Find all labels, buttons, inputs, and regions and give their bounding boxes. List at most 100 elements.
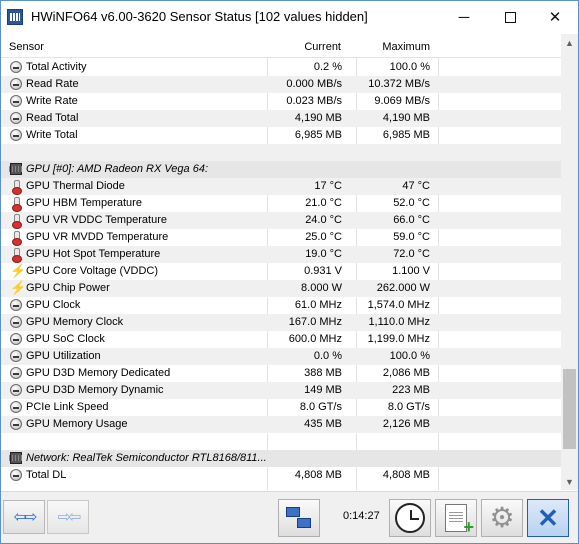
current-value: 24.0 °C xyxy=(305,214,342,226)
sensor-reading-icon xyxy=(10,129,22,141)
sensor-reading-icon xyxy=(10,316,22,328)
close-window-button[interactable]: ✕ xyxy=(532,1,578,33)
thermometer-icon xyxy=(10,197,22,212)
sensor-label: GPU Memory Usage xyxy=(26,418,128,430)
current-value: 0.023 MB/s xyxy=(286,95,342,107)
sensor-label: Total Activity xyxy=(26,61,87,73)
lightning-bolt-icon: ⚡ xyxy=(10,280,27,295)
vertical-scrollbar[interactable]: ▲ ▼ xyxy=(561,34,578,490)
sensor-row[interactable] xyxy=(1,144,561,161)
logging-start-button[interactable]: + xyxy=(435,499,477,537)
maximum-value: 10.372 MB/s xyxy=(368,78,430,90)
maximum-value: 100.0 % xyxy=(389,350,430,362)
sensor-reading-icon xyxy=(10,333,22,345)
sensor-row[interactable]: GPU Memory Usage 435 MB 2,126 MB xyxy=(1,416,561,433)
maximum-value: 262.000 W xyxy=(376,282,430,294)
close-icon: ✕ xyxy=(548,9,562,26)
sensor-reading-icon xyxy=(10,299,22,311)
chip-icon xyxy=(9,163,23,175)
navigate-columns-button[interactable]: ⇦⇨ xyxy=(3,500,45,534)
network-monitor-button[interactable] xyxy=(278,499,320,537)
sensor-row[interactable]: Write Rate 0.023 MB/s 9.069 MB/s xyxy=(1,93,561,110)
scrollbar-thumb[interactable] xyxy=(563,369,576,449)
close-sensors-button[interactable]: ✕ xyxy=(527,499,569,537)
thermometer-icon xyxy=(10,180,22,195)
thermometer-icon xyxy=(10,248,22,263)
sensor-row[interactable]: GPU D3D Memory Dynamic 149 MB 223 MB xyxy=(1,382,561,399)
reset-timer-button[interactable] xyxy=(389,499,431,537)
bottom-toolbar: ⇦⇨ ⇨⇦ 0:14:27 + ⚙ ✕ xyxy=(1,491,578,543)
sensor-row[interactable]: Total Activity 0.2 % 100.0 % xyxy=(1,59,561,76)
sensor-row[interactable]: GPU VR VDDC Temperature 24.0 °C 66.0 °C xyxy=(1,212,561,229)
sensor-row[interactable]: GPU VR MVDD Temperature 25.0 °C 59.0 °C xyxy=(1,229,561,246)
current-value: 8.0 GT/s xyxy=(299,401,342,413)
sensor-label: GPU Core Voltage (VDDC) xyxy=(26,265,159,277)
maximum-value: 1,110.0 MHz xyxy=(368,316,430,328)
sensor-group-row[interactable]: GPU [#0]: AMD Radeon RX Vega 64: xyxy=(1,161,561,178)
sensor-row[interactable]: GPU SoC Clock 600.0 MHz 1,199.0 MHz xyxy=(1,331,561,348)
sensor-reading-icon xyxy=(10,401,22,413)
current-value: 0.931 V xyxy=(304,265,342,277)
current-value: 6,985 MB xyxy=(294,129,342,141)
sensor-reading-icon xyxy=(10,469,22,481)
current-value: 149 MB xyxy=(304,384,342,396)
sensor-row[interactable]: Read Total 4,190 MB 4,190 MB xyxy=(1,110,561,127)
sensor-label: Write Rate xyxy=(26,95,78,107)
sensor-row[interactable]: GPU Utilization 0.0 % 100.0 % xyxy=(1,348,561,365)
chip-icon xyxy=(9,452,23,464)
sensor-label: GPU D3D Memory Dedicated xyxy=(26,367,171,379)
sensor-row[interactable]: GPU D3D Memory Dedicated 388 MB 2,086 MB xyxy=(1,365,561,382)
sensor-row[interactable]: GPU Memory Clock 167.0 MHz 1,110.0 MHz xyxy=(1,314,561,331)
maximize-button[interactable] xyxy=(487,1,533,33)
title-bar[interactable]: HWiNFO64 v6.00-3620 Sensor Status [102 v… xyxy=(1,1,578,33)
maximize-icon xyxy=(504,11,516,23)
current-value: 600.0 MHz xyxy=(288,333,342,345)
maximum-value: 47 °C xyxy=(402,180,430,192)
sensor-row[interactable]: GPU Hot Spot Temperature 19.0 °C 72.0 °C xyxy=(1,246,561,263)
sensor-row[interactable]: GPU Clock 61.0 MHz 1,574.0 MHz xyxy=(1,297,561,314)
maximum-value: 100.0 % xyxy=(389,61,430,73)
sensor-label: GPU VR MVDD Temperature xyxy=(26,231,169,243)
current-value: 25.0 °C xyxy=(305,231,342,243)
elapsed-timer: 0:14:27 xyxy=(343,510,380,522)
sensor-label: GPU Utilization xyxy=(26,350,101,362)
sensor-row[interactable]: ⚡ GPU Chip Power 8.000 W 262.000 W xyxy=(1,280,561,297)
sensor-row[interactable]: Write Total 6,985 MB 6,985 MB xyxy=(1,127,561,144)
current-value: 0.0 % xyxy=(313,350,342,362)
column-header-sensor[interactable]: Sensor xyxy=(9,41,44,53)
maximum-value: 6,985 MB xyxy=(382,129,430,141)
sensor-label: GPU Thermal Diode xyxy=(26,180,125,192)
column-header-maximum[interactable]: Maximum xyxy=(382,41,430,53)
sensor-row[interactable]: GPU HBM Temperature 21.0 °C 52.0 °C xyxy=(1,195,561,212)
scroll-up-button[interactable]: ▲ xyxy=(561,34,578,51)
sensor-row[interactable]: ⚡ GPU Core Voltage (VDDC) 0.931 V 1.100 V xyxy=(1,263,561,280)
sensor-reading-icon xyxy=(10,367,22,379)
sensor-row[interactable]: Total DL 4,808 MB 4,808 MB xyxy=(1,467,561,484)
maximum-value: 4,808 MB xyxy=(382,469,430,481)
sensor-label: GPU D3D Memory Dynamic xyxy=(26,384,164,396)
sensor-group-row[interactable]: Network: RealTek Semiconductor RTL8168/8… xyxy=(1,450,561,467)
sensor-label: GPU [#0]: AMD Radeon RX Vega 64: xyxy=(26,163,208,175)
minimize-icon: ─ xyxy=(458,8,470,26)
maximum-value: 1,574.0 MHz xyxy=(367,299,430,311)
sensor-row[interactable]: GPU Thermal Diode 17 °C 47 °C xyxy=(1,178,561,195)
hwinfo-sensor-window: HWiNFO64 v6.00-3620 Sensor Status [102 v… xyxy=(0,0,579,544)
scroll-down-button[interactable]: ▼ xyxy=(561,473,578,490)
minimize-button[interactable]: ─ xyxy=(441,1,487,33)
column-header-current[interactable]: Current xyxy=(304,41,341,53)
current-value: 19.0 °C xyxy=(305,248,342,260)
maximum-value: 59.0 °C xyxy=(393,231,430,243)
maximum-value: 2,126 MB xyxy=(382,418,430,430)
thermometer-icon xyxy=(10,214,22,229)
thermometer-icon xyxy=(10,231,22,246)
sensor-row[interactable] xyxy=(1,433,561,450)
navigate-groups-button[interactable]: ⇨⇦ xyxy=(47,500,89,534)
sensor-row[interactable]: Read Rate 0.000 MB/s 10.372 MB/s xyxy=(1,76,561,93)
sensor-label: GPU Clock xyxy=(26,299,81,311)
sensor-reading-icon xyxy=(10,384,22,396)
sensor-label: GPU Hot Spot Temperature xyxy=(26,248,161,260)
current-value: 0.2 % xyxy=(313,61,342,73)
sensor-row[interactable]: PCIe Link Speed 8.0 GT/s 8.0 GT/s xyxy=(1,399,561,416)
settings-button[interactable]: ⚙ xyxy=(481,499,523,537)
close-x-icon: ✕ xyxy=(537,503,559,533)
